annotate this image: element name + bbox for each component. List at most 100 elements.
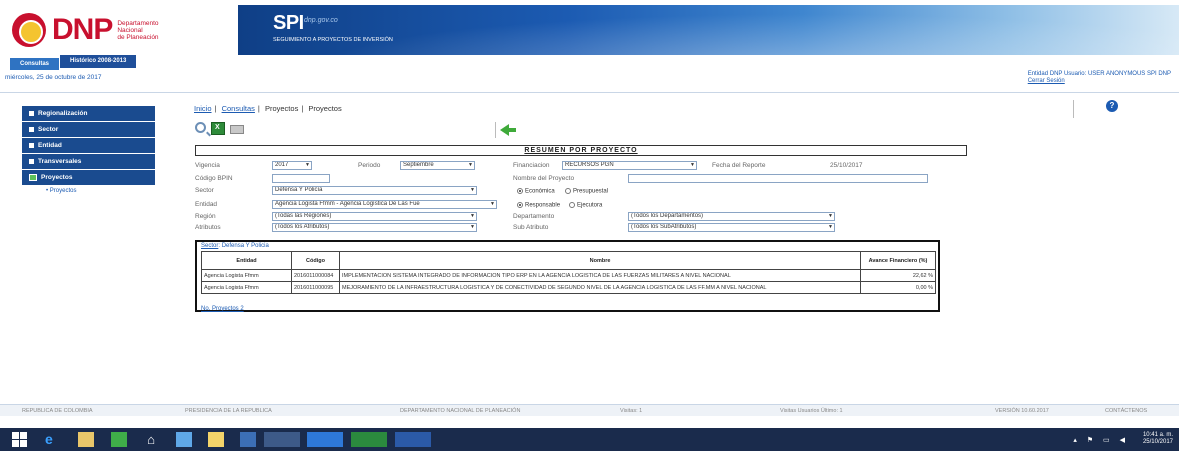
periodo-select[interactable]: Septiembre ▼ bbox=[400, 161, 475, 170]
radio-presupuestal-label: Presupuestal bbox=[573, 188, 609, 195]
nombre-proyecto-label: Nombre del Proyecto bbox=[513, 175, 575, 182]
radio-responsable-label: Responsable bbox=[525, 202, 561, 209]
nombre-proyecto-input[interactable] bbox=[628, 174, 928, 183]
radio-ejecutora[interactable]: Ejecutora bbox=[569, 202, 602, 209]
sidebar: Regionalización Sector Entidad Transvers… bbox=[22, 106, 155, 196]
results-sector-line: Sector: Defensa Y Policia bbox=[201, 243, 269, 249]
col-nombre[interactable]: Nombre bbox=[339, 251, 861, 270]
spi-subtitle: SEGUIMIENTO A PROYECTOS DE INVERSIÓN bbox=[273, 37, 393, 43]
print-icon[interactable] bbox=[230, 125, 244, 134]
breadcrumb-current: Proyectos bbox=[308, 104, 342, 113]
sidebar-item-proyectos[interactable]: Proyectos bbox=[22, 170, 155, 185]
dnp-logo[interactable]: DNP Departamento Nacional de Planeación bbox=[12, 10, 232, 50]
table-row[interactable]: Agencia Logista Ffmm 2016011000084 IMPLE… bbox=[201, 269, 936, 282]
word-icon[interactable] bbox=[395, 432, 431, 447]
entidad-select[interactable]: Agencia Logista Ffmm - Agencia Logística… bbox=[272, 200, 497, 209]
table-row[interactable]: Agencia Logista Ffmm 2016011000095 MEJOR… bbox=[201, 281, 936, 294]
clock-date: 25/10/2017 bbox=[1142, 439, 1173, 445]
footer-presidencia[interactable]: PRESIDENCIA DE LA REPUBLICA bbox=[185, 408, 272, 414]
chevron-down-icon: ▼ bbox=[470, 224, 475, 230]
divider bbox=[1073, 100, 1074, 118]
home-icon[interactable]: ⌂ bbox=[143, 432, 159, 447]
col-avance[interactable]: Avance Financiero (%) bbox=[860, 251, 936, 270]
footer-version: VERSIÓN 10.60.2017 bbox=[995, 408, 1049, 414]
current-date: miércoles, 25 de octubre de 2017 bbox=[5, 74, 102, 81]
cell-nombre: MEJORAMIENTO DE LA INFRAESTRUCTURA LOGIS… bbox=[339, 281, 861, 294]
sidebar-item-transversales[interactable]: Transversales bbox=[22, 154, 155, 169]
back-arrow-icon[interactable] bbox=[500, 124, 516, 136]
chrome-icon[interactable] bbox=[264, 432, 300, 447]
mail-icon[interactable] bbox=[176, 432, 192, 447]
results-panel: Sector: Defensa Y Policia Entidad Código… bbox=[195, 240, 940, 312]
file-explorer-icon[interactable] bbox=[78, 432, 94, 447]
logout-link[interactable]: Cerrar Sesión bbox=[1028, 78, 1065, 84]
tab-consultas[interactable]: Consultas bbox=[10, 58, 60, 70]
subatributo-select[interactable]: (Todos los SubAtributos) ▼ bbox=[628, 223, 835, 232]
outlook-icon[interactable] bbox=[307, 432, 343, 447]
nav-tabs: Consultas Histórico 2008-2013 bbox=[10, 55, 137, 70]
system-tray[interactable]: ▴ ⚑ ▭ ◀ bbox=[1073, 436, 1129, 444]
sector-select[interactable]: Defensa Y Policía ▼ bbox=[272, 186, 477, 195]
logo-sub-line-3: de Planeación bbox=[117, 33, 159, 41]
folder-icon[interactable] bbox=[208, 432, 224, 447]
excel-export-icon[interactable] bbox=[211, 122, 225, 135]
departamento-select[interactable]: (Todos los Departamentos) ▼ bbox=[628, 212, 835, 221]
radio-economica[interactable]: Económica bbox=[517, 188, 555, 195]
media-icon[interactable] bbox=[240, 432, 256, 447]
taskbar-clock[interactable]: 10:41 a. m. 25/10/2017 bbox=[1143, 432, 1173, 446]
sidebar-item-label: Proyectos bbox=[41, 174, 73, 181]
internet-explorer-icon[interactable]: e bbox=[45, 432, 61, 447]
sidebar-item-regionalizacion[interactable]: Regionalización bbox=[22, 106, 155, 121]
atributos-select[interactable]: (Todos los Atributos) ▼ bbox=[272, 223, 477, 232]
results-table: Entidad Código Nombre Avance Financiero … bbox=[201, 251, 936, 294]
breadcrumb-inicio[interactable]: Inicio bbox=[194, 104, 212, 113]
breadcrumb-proyectos[interactable]: Proyectos bbox=[265, 104, 298, 113]
vigencia-select[interactable]: 2017 ▼ bbox=[272, 161, 312, 170]
sidebar-item-label: Sector bbox=[38, 126, 59, 133]
sidebar-subitem-proyectos[interactable]: • Proyectos bbox=[22, 186, 155, 196]
tab-historico[interactable]: Histórico 2008-2013 bbox=[60, 55, 137, 68]
radio-off-icon bbox=[565, 188, 571, 194]
page-title: RESUMEN POR PROYECTO bbox=[195, 145, 967, 156]
col-entidad[interactable]: Entidad bbox=[201, 251, 292, 270]
bullet-icon bbox=[29, 127, 34, 132]
sidebar-item-entidad[interactable]: Entidad bbox=[22, 138, 155, 153]
subatributo-label: Sub Atributo bbox=[513, 224, 549, 231]
periodo-label: Periodo bbox=[358, 162, 381, 169]
sidebar-subitem-label: Proyectos bbox=[49, 188, 77, 194]
radio-economica-label: Económica bbox=[525, 188, 555, 195]
radio-presupuestal[interactable]: Presupuestal bbox=[565, 188, 608, 195]
cell-avance: 22,62 % bbox=[860, 269, 936, 282]
app-icon[interactable] bbox=[111, 432, 127, 447]
sector-value: Defensa Y Policia bbox=[221, 243, 269, 249]
cell-codigo[interactable]: 2016011000084 bbox=[291, 269, 340, 282]
region-select[interactable]: (Todas las Regiones) ▼ bbox=[272, 212, 477, 221]
sector-link[interactable]: Sector bbox=[201, 243, 218, 249]
help-icon[interactable]: ? bbox=[1106, 100, 1118, 112]
excel-icon[interactable] bbox=[351, 432, 387, 447]
bullet-icon bbox=[29, 111, 34, 116]
vigencia-value: 2017 bbox=[275, 162, 289, 168]
logo-sub-line-2: Nacional bbox=[117, 26, 143, 34]
financiacion-select[interactable]: RECURSOS PGN ▼ bbox=[562, 161, 697, 170]
cell-codigo[interactable]: 2016011000095 bbox=[291, 281, 340, 294]
folder-icon bbox=[29, 174, 37, 181]
project-count: No. Proyectos 2 bbox=[201, 306, 244, 312]
spi-tag: dnp.gov.co bbox=[304, 17, 338, 24]
fecha-reporte-value: 25/10/2017 bbox=[830, 162, 863, 169]
footer-contactenos[interactable]: CONTÁCTENOS bbox=[1105, 408, 1147, 414]
region-value: (Todas las Regiones) bbox=[275, 213, 332, 219]
windows-start-icon[interactable] bbox=[12, 432, 28, 447]
search-icon[interactable] bbox=[195, 122, 206, 133]
breadcrumb-consultas[interactable]: Consultas bbox=[222, 104, 255, 113]
footer-dnp[interactable]: DEPARTAMENTO NACIONAL DE PLANEACIÓN bbox=[400, 408, 520, 414]
radio-responsable[interactable]: Responsable bbox=[517, 202, 560, 209]
fecha-reporte-label: Fecha del Reporte bbox=[712, 162, 766, 169]
col-codigo[interactable]: Código bbox=[291, 251, 340, 270]
codigo-bpin-input[interactable] bbox=[272, 174, 330, 183]
footer-republica[interactable]: REPUBLICA DE COLOMBIA bbox=[22, 408, 93, 414]
bullet-icon bbox=[29, 143, 34, 148]
clock-time: 10:41 a. m. bbox=[1142, 432, 1173, 438]
sidebar-item-label: Entidad bbox=[38, 142, 62, 149]
sidebar-item-sector[interactable]: Sector bbox=[22, 122, 155, 137]
